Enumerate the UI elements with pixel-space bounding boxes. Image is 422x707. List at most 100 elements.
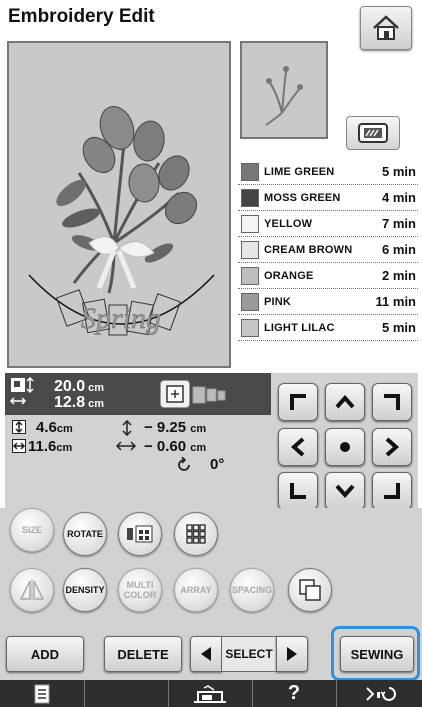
grid-icon — [186, 524, 206, 544]
move-down-left-button[interactable] — [278, 472, 318, 510]
color-row[interactable]: MOSS GREEN 4 min — [238, 185, 418, 211]
color-time: 5 min — [382, 164, 416, 179]
color-name: CREAM BROWN — [264, 243, 353, 256]
move-up-right-button[interactable] — [372, 383, 412, 421]
center-dot-icon — [340, 442, 350, 452]
color-swatch — [241, 240, 259, 259]
corner-down-left-icon — [290, 483, 306, 499]
vertical-offset-value: − 9.25 — [144, 419, 187, 436]
chevron-down-icon — [335, 484, 355, 499]
select-next-button[interactable] — [276, 636, 308, 672]
pattern-text: Spring — [81, 302, 161, 335]
border-button[interactable] — [288, 568, 332, 612]
grid-button[interactable] — [174, 512, 218, 556]
select-prev-button[interactable] — [190, 636, 222, 672]
thread-color-icon — [127, 525, 153, 543]
color-time: 2 min — [382, 268, 416, 283]
color-name: MOSS GREEN — [264, 191, 341, 204]
sewing-button[interactable]: SEWING — [340, 636, 414, 672]
home-button[interactable] — [360, 6, 412, 50]
box-width: 11.6cm — [28, 438, 72, 455]
unit-label: cm — [56, 442, 73, 454]
color-name: ORANGE — [264, 269, 314, 282]
thread-color-list: LIME GREEN 5 min MOSS GREEN 4 min YELLOW 7 … — [238, 159, 418, 341]
corner-down-right-icon — [384, 483, 400, 499]
move-down-button[interactable] — [325, 472, 365, 510]
color-name: LIGHT LILAC — [264, 321, 335, 334]
nav-document-button[interactable] — [0, 680, 84, 707]
nav-machine-button[interactable] — [168, 680, 252, 707]
color-row[interactable]: PINK 11 min — [238, 289, 418, 315]
triangle-right-icon — [287, 647, 297, 661]
color-row[interactable]: LIGHT LILAC 5 min — [238, 315, 418, 341]
center-button[interactable] — [325, 428, 365, 466]
horizontal-offset-value: − 0.60 — [144, 438, 187, 455]
move-down-right-button[interactable] — [372, 472, 412, 510]
move-right-button[interactable] — [372, 428, 412, 466]
add-button[interactable]: ADD — [6, 636, 84, 672]
flower-pattern-preview: Spring — [28, 106, 215, 336]
color-row[interactable]: CREAM BROWN 6 min — [238, 237, 418, 263]
size-button[interactable]: SIZE — [10, 508, 54, 552]
unit-label: cm — [88, 398, 105, 410]
pattern-size-bar — [5, 373, 271, 415]
chevron-right-icon — [385, 437, 400, 457]
unit-label: cm — [190, 423, 207, 435]
color-change-button[interactable] — [118, 512, 162, 556]
move-up-left-button[interactable] — [278, 383, 318, 421]
pattern-thumbnail — [240, 41, 328, 139]
chevron-left-icon — [290, 437, 305, 457]
horizontal-move-icon — [116, 441, 136, 451]
density-button[interactable]: DENSITY — [63, 568, 107, 612]
embroidery-edit-area[interactable]: Spring — [7, 41, 231, 368]
color-time: 6 min — [382, 242, 416, 257]
spacing-button[interactable]: SPACING — [230, 568, 274, 612]
rotate-button[interactable]: ROTATE — [63, 512, 107, 556]
move-left-button[interactable] — [278, 428, 318, 466]
color-row[interactable]: ORANGE 2 min — [238, 263, 418, 289]
triangle-left-icon — [201, 647, 211, 661]
box-width-value: 11.6 — [28, 438, 57, 455]
sewing-machine-icon — [194, 684, 226, 703]
move-up-button[interactable] — [325, 383, 365, 421]
select-label: SELECT — [222, 636, 276, 672]
unit-label: cm — [56, 423, 73, 435]
pattern-width-value: 12.8 — [54, 394, 86, 411]
box-height-value: 4.6 — [36, 419, 57, 436]
corner-up-right-icon — [384, 394, 400, 410]
vertical-move-icon — [122, 420, 132, 436]
color-swatch — [241, 162, 259, 181]
frame-toggle-button[interactable] — [160, 380, 190, 408]
array-button[interactable]: ARRAY — [174, 568, 218, 612]
vertical-offset: − 9.25 cm — [144, 419, 206, 436]
color-swatch — [241, 292, 259, 311]
nav-help-button[interactable]: ? — [252, 680, 336, 707]
color-time: 4 min — [382, 190, 416, 205]
frame-icon — [358, 123, 388, 143]
color-time: 7 min — [382, 216, 416, 231]
pattern-height-value: 20.0 — [54, 378, 86, 395]
unit-label: cm — [88, 382, 105, 394]
delete-button[interactable]: DELETE — [104, 636, 182, 672]
color-row[interactable]: YELLOW 7 min — [238, 211, 418, 237]
frame-select-icon — [166, 385, 184, 403]
nav-settings-button[interactable] — [336, 680, 422, 707]
color-time: 11 min — [375, 294, 416, 309]
color-name: PINK — [264, 295, 292, 308]
color-swatch — [241, 214, 259, 233]
embroidery-frame-button[interactable] — [346, 116, 400, 150]
rotation-angle: 0° — [210, 456, 225, 473]
frame-size-icons — [192, 384, 226, 406]
color-name: YELLOW — [264, 217, 313, 230]
document-icon — [34, 684, 50, 703]
color-name: LIME GREEN — [264, 165, 335, 178]
color-swatch — [241, 188, 259, 207]
color-time: 5 min — [382, 320, 416, 335]
border-icon — [299, 579, 321, 601]
page-title: Embroidery Edit — [8, 6, 155, 27]
pattern-width: 12.8 cm — [54, 394, 104, 412]
color-row[interactable]: LIME GREEN 5 min — [238, 159, 418, 185]
mirror-button[interactable] — [10, 568, 54, 612]
pattern-size-icon — [10, 377, 34, 405]
multi-color-button[interactable]: MULTI COLOR — [118, 568, 162, 612]
